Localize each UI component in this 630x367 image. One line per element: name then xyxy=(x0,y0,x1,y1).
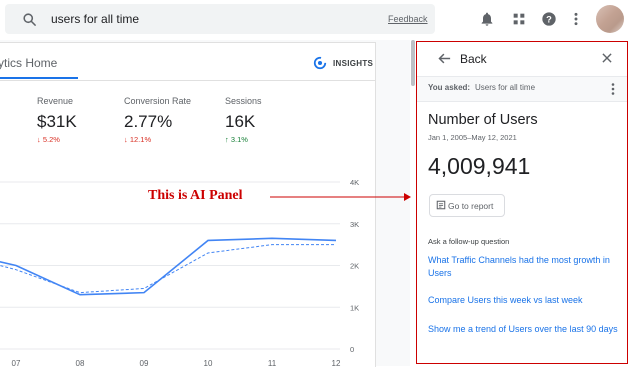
metric-label: Sessions xyxy=(225,96,262,106)
x-tick-label: 11 xyxy=(268,359,277,366)
back-button[interactable]: Back xyxy=(460,52,487,66)
arrow-down-icon: ↓ xyxy=(124,135,128,144)
y-tick-label: 3K xyxy=(350,220,359,229)
help-icon[interactable]: ? xyxy=(541,11,557,27)
arrow-down-icon: ↓ xyxy=(37,135,41,144)
search-query[interactable]: users for all time xyxy=(51,12,139,26)
panel-header: Back xyxy=(417,42,627,76)
x-tick-label: 10 xyxy=(204,359,213,366)
metric-delta-value: 5.2% xyxy=(42,135,60,144)
metric-label: Revenue xyxy=(37,96,74,106)
metric-delta: ↓ 12.1% xyxy=(124,135,191,144)
asked-prefix: You asked: xyxy=(428,83,471,92)
card-divider xyxy=(0,80,375,81)
users-line-chart: 0 1K 2K 3K 4K 07 08 09 10 11 12 xyxy=(0,178,359,366)
report-icon xyxy=(436,200,446,210)
date-range: Jan 1, 2005–May 12, 2021 xyxy=(428,133,517,142)
comparison-series-line xyxy=(0,244,336,294)
metric-value: $31K xyxy=(37,112,77,131)
metric-conversion-rate[interactable]: Conversion Rate 2.77% ↓ 12.1% xyxy=(124,96,191,144)
more-vert-icon[interactable] xyxy=(568,11,584,27)
bell-icon[interactable] xyxy=(479,11,495,27)
suggestion-link[interactable]: Compare Users this week vs last week xyxy=(428,294,624,307)
asked-query: Users for all time xyxy=(475,83,536,92)
scrollbar-thumb[interactable] xyxy=(411,40,415,86)
tab-underline xyxy=(0,77,78,79)
arrow-up-icon: ↑ xyxy=(225,135,229,144)
feedback-link[interactable]: Feedback xyxy=(388,14,428,24)
insights-label: INSIGHTS xyxy=(333,59,374,68)
more-vert-icon[interactable] xyxy=(610,82,616,96)
x-tick-label: 09 xyxy=(140,359,149,366)
metric-value: 16K xyxy=(225,112,256,131)
annotation-arrow xyxy=(270,193,411,201)
close-icon[interactable] xyxy=(600,51,614,65)
y-tick-label: 1K xyxy=(350,303,359,312)
metric-revenue[interactable]: Revenue $31K ↓ 5.2% xyxy=(37,96,77,144)
suggestion-link[interactable]: Show me a trend of Users over the last 9… xyxy=(428,323,624,336)
y-tick-label: 2K xyxy=(350,262,359,271)
apps-grid-icon[interactable] xyxy=(511,11,527,27)
followup-label: Ask a follow-up question xyxy=(428,237,510,246)
back-arrow-icon[interactable] xyxy=(437,51,452,66)
go-to-report-button[interactable]: Go to report xyxy=(429,194,505,217)
annotation-label: This is AI Panel xyxy=(148,188,243,203)
y-tick-label: 4K xyxy=(350,178,359,187)
search-box[interactable]: users for all time Feedback xyxy=(5,4,435,34)
metric-label: Conversion Rate xyxy=(124,96,192,106)
y-tick-label: 0 xyxy=(350,345,354,354)
result-value: 4,009,941 xyxy=(428,153,531,179)
x-tick-label: 12 xyxy=(332,359,341,366)
asked-row: You asked: Users for all time xyxy=(417,76,627,102)
x-tick-label: 08 xyxy=(76,359,85,366)
page-title: ytics Home xyxy=(0,56,58,70)
metric-value: 2.77% xyxy=(124,112,173,131)
top-bar: users for all time Feedback ? xyxy=(0,0,630,40)
result-title: Number of Users xyxy=(428,112,538,128)
metric-delta-value: 3.1% xyxy=(230,135,248,144)
avatar[interactable] xyxy=(596,5,624,33)
metric-sessions[interactable]: Sessions 16K ↑ 3.1% xyxy=(225,96,262,144)
ai-panel: Back You asked: Users for all time Numbe… xyxy=(416,41,628,364)
svg-text:?: ? xyxy=(546,14,552,24)
insights-icon xyxy=(313,56,327,70)
go-to-report-label: Go to report xyxy=(448,201,494,211)
search-icon xyxy=(23,13,36,26)
suggestion-link[interactable]: What Traffic Channels had the most growt… xyxy=(428,254,624,280)
metric-delta: ↑ 3.1% xyxy=(225,135,262,144)
metric-delta: ↓ 5.2% xyxy=(37,135,77,144)
users-series-line xyxy=(0,237,337,296)
metric-delta-value: 12.1% xyxy=(129,135,152,144)
x-tick-label: 07 xyxy=(12,359,21,366)
